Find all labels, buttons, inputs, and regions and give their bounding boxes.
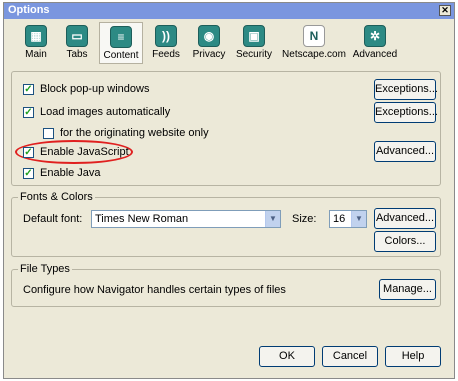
default-font-select[interactable]: Times New Roman ▼ bbox=[91, 210, 281, 228]
chevron-down-icon[interactable]: ▼ bbox=[265, 211, 280, 227]
tab-security[interactable]: ▣ Security bbox=[233, 22, 275, 64]
originating-site-checkbox[interactable] bbox=[43, 127, 54, 139]
tab-main-label: Main bbox=[25, 49, 47, 60]
tab-tabs[interactable]: ▭ Tabs bbox=[60, 22, 94, 64]
tab-netscape-label: Netscape.com bbox=[282, 49, 346, 60]
content-panel: ✓ Block pop-up windows Exceptions... ✓ L… bbox=[11, 66, 447, 367]
font-size-select[interactable]: 16 ▼ bbox=[329, 210, 367, 228]
popup-exceptions-button[interactable]: Exceptions... bbox=[374, 79, 438, 100]
tab-netscape[interactable]: N Netscape.com bbox=[279, 22, 349, 64]
block-popups-option[interactable]: ✓ Block pop-up windows bbox=[23, 83, 149, 95]
grid-icon: ▦ bbox=[25, 25, 47, 47]
lock-icon: ▣ bbox=[243, 25, 265, 47]
tab-advanced-label: Advanced bbox=[352, 49, 398, 60]
content-icon: ≡ bbox=[110, 26, 132, 48]
tab-content[interactable]: ≡ Content bbox=[99, 22, 143, 64]
tab-security-label: Security bbox=[235, 49, 273, 60]
filetypes-group-title: File Types bbox=[18, 263, 72, 275]
fonts-advanced-button[interactable]: Advanced... bbox=[374, 208, 436, 229]
enable-js-label: Enable JavaScript bbox=[40, 146, 129, 158]
js-advanced-button[interactable]: Advanced... bbox=[374, 141, 436, 162]
eye-icon: ◉ bbox=[198, 25, 220, 47]
close-icon[interactable]: ✕ bbox=[439, 5, 451, 16]
enable-js-option[interactable]: ✓ Enable JavaScript bbox=[23, 146, 129, 158]
options-window: Options ✕ ▦ Main ▭ Tabs ≡ Content )) Fee… bbox=[3, 2, 455, 379]
enable-java-label: Enable Java bbox=[40, 167, 101, 179]
tab-privacy-label: Privacy bbox=[192, 49, 226, 60]
tabs-icon: ▭ bbox=[66, 25, 88, 47]
colors-button[interactable]: Colors... bbox=[374, 231, 436, 252]
feed-icon: )) bbox=[155, 25, 177, 47]
filetypes-description: Configure how Navigator handles certain … bbox=[23, 284, 286, 296]
originating-site-option[interactable]: for the originating website only bbox=[43, 127, 209, 139]
manage-button[interactable]: Manage... bbox=[379, 279, 436, 300]
tab-content-label: Content bbox=[103, 50, 139, 61]
netscape-icon: N bbox=[303, 25, 325, 47]
size-label: Size: bbox=[292, 213, 317, 225]
cancel-button[interactable]: Cancel bbox=[322, 346, 378, 367]
load-images-label: Load images automatically bbox=[40, 106, 171, 118]
tab-privacy[interactable]: ◉ Privacy bbox=[189, 22, 229, 64]
tab-main[interactable]: ▦ Main bbox=[18, 22, 54, 64]
images-exceptions-button[interactable]: Exceptions... bbox=[374, 102, 438, 123]
enable-java-checkbox[interactable]: ✓ bbox=[23, 167, 34, 179]
block-popups-label: Block pop-up windows bbox=[40, 83, 150, 95]
toolbar: ▦ Main ▭ Tabs ≡ Content )) Feeds ◉ Priva… bbox=[4, 20, 454, 64]
tab-tabs-label: Tabs bbox=[66, 49, 88, 60]
fonts-group-title: Fonts & Colors bbox=[18, 191, 95, 203]
ok-button[interactable]: OK bbox=[259, 346, 315, 367]
load-images-option[interactable]: ✓ Load images automatically bbox=[23, 106, 170, 118]
default-font-value: Times New Roman bbox=[95, 213, 189, 225]
font-size-value: 16 bbox=[333, 213, 346, 225]
default-font-label: Default font: bbox=[23, 213, 83, 225]
gear-icon: ✲ bbox=[364, 25, 386, 47]
tab-feeds[interactable]: )) Feeds bbox=[148, 22, 184, 64]
chevron-down-icon[interactable]: ▼ bbox=[351, 211, 366, 227]
help-button[interactable]: Help bbox=[385, 346, 441, 367]
block-popups-checkbox[interactable]: ✓ bbox=[23, 83, 34, 95]
title-bar: Options ✕ bbox=[4, 3, 454, 19]
tab-feeds-label: Feeds bbox=[152, 49, 180, 60]
window-title: Options bbox=[8, 4, 50, 16]
tab-advanced[interactable]: ✲ Advanced bbox=[352, 22, 398, 64]
originating-site-label: for the originating website only bbox=[60, 127, 209, 139]
enable-js-checkbox[interactable]: ✓ bbox=[23, 146, 34, 158]
load-images-checkbox[interactable]: ✓ bbox=[23, 106, 34, 118]
enable-java-option[interactable]: ✓ Enable Java bbox=[23, 167, 101, 179]
